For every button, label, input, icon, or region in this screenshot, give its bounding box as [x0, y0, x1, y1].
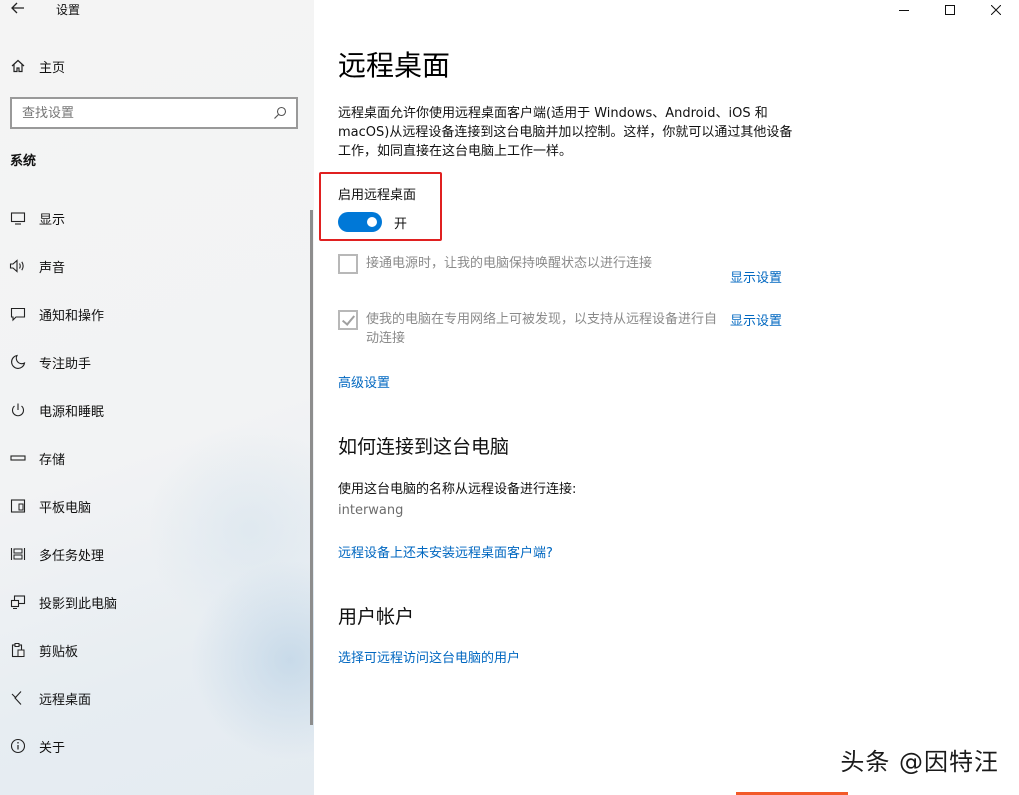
sidebar-item-sound[interactable]: 声音 [0, 242, 310, 290]
main-content: 远程桌面 远程桌面允许你使用远程桌面客户端(适用于 Windows、Androi… [314, 0, 1019, 795]
sidebar-item-label: 远程桌面 [39, 692, 92, 708]
page-title: 远程桌面 [338, 49, 451, 82]
minimize-icon [899, 10, 909, 11]
sidebar-item-label: 平板电脑 [39, 500, 92, 516]
sidebar-item-focus-assist[interactable]: 专注助手 [0, 338, 310, 386]
close-icon [991, 5, 1001, 15]
sidebar-item-tablet[interactable]: 平板电脑 [0, 482, 310, 530]
discoverable-show-settings-link[interactable]: 显示设置 [730, 310, 782, 329]
sidebar-item-multitasking[interactable]: 多任务处理 [0, 530, 310, 578]
power-icon [0, 402, 39, 418]
sidebar-item-notifications[interactable]: 通知和操作 [0, 290, 310, 338]
discoverable-checkbox[interactable] [338, 310, 358, 330]
sidebar-item-label: 主页 [39, 60, 66, 76]
maximize-button[interactable] [927, 0, 973, 20]
sidebar-item-projecting[interactable]: 投影到此电脑 [0, 578, 310, 626]
sidebar-item-storage[interactable]: 存储 [0, 434, 310, 482]
sidebar-nav: 显示 声音 通知和操作 专注助手 电源和睡眠 存储 平板电脑 多任务处理 投影到… [0, 194, 310, 770]
user-accounts-heading: 用户帐户 [338, 606, 415, 628]
minimize-button[interactable] [881, 0, 927, 20]
select-users-link[interactable]: 选择可远程访问这台电脑的用户 [338, 647, 520, 666]
app-title: 设置 [56, 3, 81, 17]
speaker-icon [0, 258, 39, 274]
discoverable-text: 使我的电脑在专用网络上可被发现，以支持从远程设备进行自动连接 [366, 312, 718, 346]
window-controls [881, 0, 1019, 20]
keep-awake-text: 接通电源时，让我的电脑保持唤醒状态以进行连接 [366, 256, 653, 271]
section-label: 系统 [10, 154, 37, 169]
no-client-link[interactable]: 远程设备上还未安装远程桌面客户端? [338, 542, 553, 561]
keep-awake-checkbox[interactable] [338, 254, 358, 274]
advanced-settings-link[interactable]: 高级设置 [338, 372, 390, 391]
back-arrow-icon[interactable] [6, 0, 30, 21]
home-icon [0, 58, 39, 74]
remote-desktop-icon [0, 690, 39, 706]
sidebar-item-label: 关于 [39, 740, 66, 756]
sidebar-item-remote-desktop[interactable]: 远程桌面 [0, 674, 310, 722]
monitor-icon [0, 210, 39, 226]
storage-icon [0, 450, 39, 466]
sidebar-item-label: 剪贴板 [39, 644, 79, 660]
pc-name: interwang [338, 503, 404, 518]
highlight-annotation [319, 172, 442, 241]
enable-remote-desktop-label: 启用远程桌面 [338, 188, 417, 203]
enable-remote-desktop-toggle[interactable] [338, 212, 382, 232]
search-icon[interactable] [268, 106, 292, 120]
sidebar-item-clipboard[interactable]: 剪贴板 [0, 626, 310, 674]
sidebar-item-about[interactable]: 关于 [0, 722, 310, 770]
toggle-knob [367, 217, 377, 227]
maximize-icon [945, 5, 955, 15]
clipboard-icon [0, 642, 39, 658]
project-icon [0, 594, 39, 610]
sidebar-item-label: 专注助手 [39, 356, 92, 372]
sidebar-item-label: 电源和睡眠 [39, 404, 105, 420]
tablet-icon [0, 498, 39, 514]
toggle-state-label: 开 [394, 217, 408, 232]
moon-icon [0, 354, 39, 370]
sidebar-item-label: 通知和操作 [39, 308, 105, 324]
info-icon [0, 738, 39, 754]
how-to-connect-heading: 如何连接到这台电脑 [338, 436, 510, 458]
sidebar-item-home[interactable]: 主页 [0, 50, 314, 82]
sidebar-item-label: 显示 [39, 212, 66, 228]
sidebar: 设置 主页 系统 显示 声音 通知和操作 [0, 0, 314, 795]
sidebar-item-label: 声音 [39, 260, 66, 276]
keep-awake-show-settings-link[interactable]: 显示设置 [730, 267, 782, 286]
sidebar-scrollbar[interactable] [310, 210, 313, 725]
page-description: 远程桌面允许你使用远程桌面客户端(适用于 Windows、Android、iOS… [338, 106, 793, 159]
notification-icon [0, 306, 39, 322]
search-input[interactable] [12, 105, 268, 121]
sidebar-item-label: 投影到此电脑 [39, 596, 118, 612]
watermark: 头条 @因特汪 [840, 748, 999, 776]
how-to-connect-text: 使用这台电脑的名称从远程设备进行连接: [338, 482, 577, 497]
search-field[interactable] [10, 97, 298, 129]
sidebar-item-label: 存储 [39, 452, 66, 468]
sidebar-item-power[interactable]: 电源和睡眠 [0, 386, 310, 434]
sidebar-item-display[interactable]: 显示 [0, 194, 310, 242]
close-button[interactable] [973, 0, 1019, 20]
multitask-icon [0, 546, 39, 562]
sidebar-item-label: 多任务处理 [39, 548, 105, 564]
